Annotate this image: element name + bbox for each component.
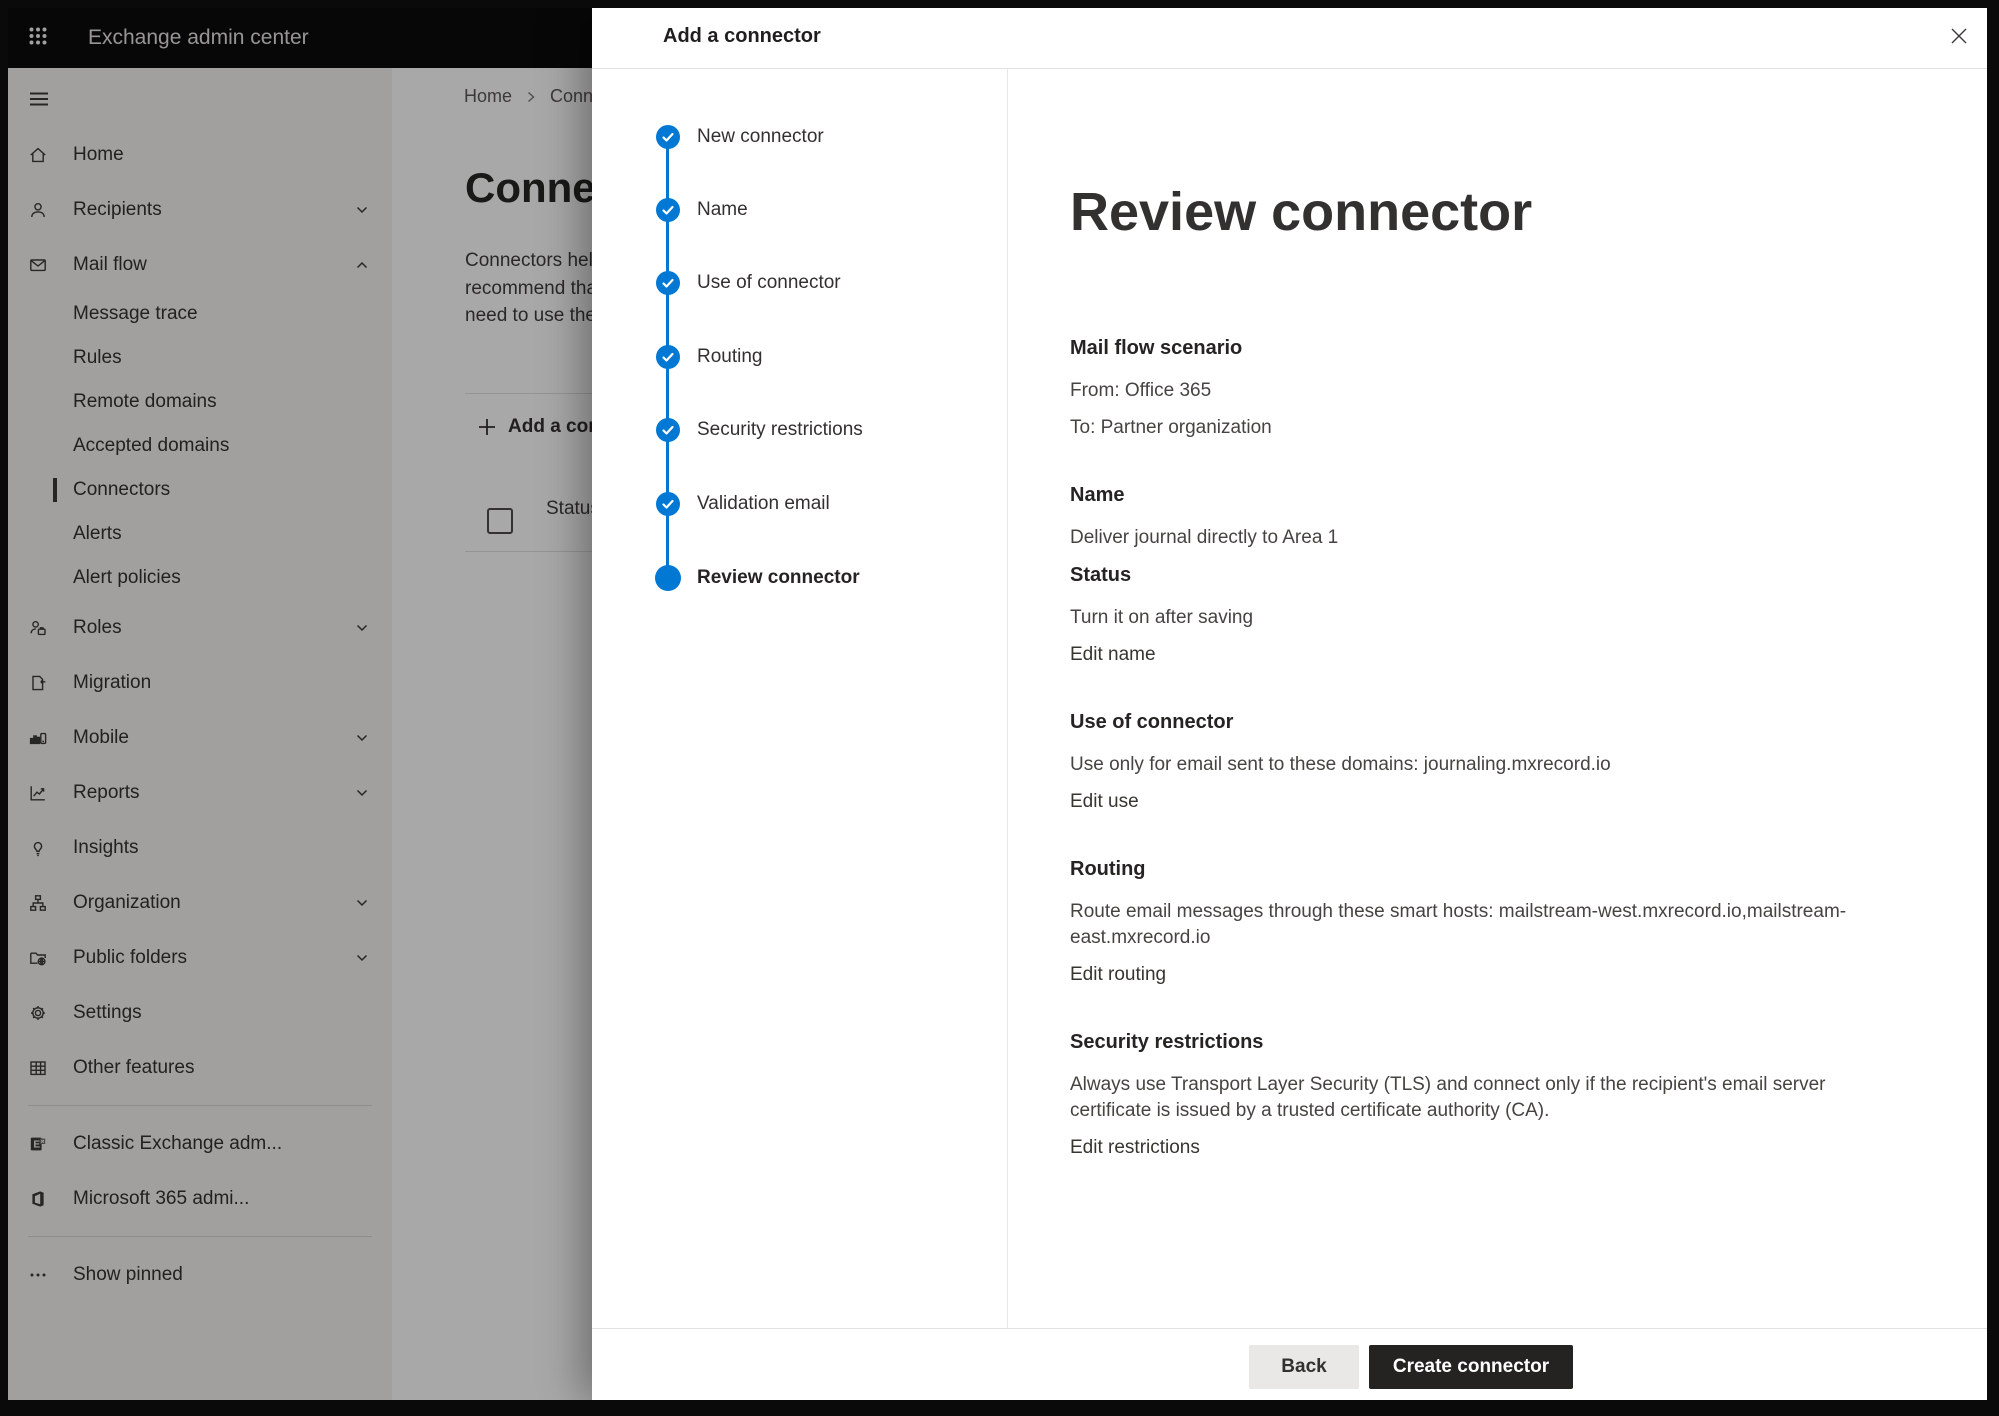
step-indicator-security-restrictions-check-icon[interactable] <box>656 418 680 442</box>
step-security-restrictions[interactable]: Security restrictions <box>697 417 863 443</box>
review-section-heading: Routing <box>1070 856 1870 882</box>
review-title: Review connector <box>1070 180 1870 244</box>
review-section-security-restrictions: Security restrictions Always use Transpor… <box>1070 1029 1870 1161</box>
app-window: Exchange admin center HomeRecipientsMail… <box>8 8 1987 1400</box>
review-section-mail-flow-scenario: Mail flow scenario From: Office 365 To: Pa… <box>1070 335 1870 441</box>
review-value: Route email messages through these smart… <box>1070 899 1860 951</box>
review-value: Turn it on after saving <box>1070 605 1860 631</box>
review-value: Always use Transport Layer Security (TLS… <box>1070 1072 1860 1124</box>
review-value: From: Office 365 <box>1070 378 1860 404</box>
step-validation-email[interactable]: Validation email <box>697 491 830 517</box>
review-section-routing: Routing Route email messages through thes… <box>1070 856 1870 988</box>
review-subheading-status: Status <box>1070 562 1870 588</box>
review-section-heading: Name <box>1070 482 1870 508</box>
step-indicator-new-connector-check-icon[interactable] <box>656 125 680 149</box>
step-indicator-routing-check-icon[interactable] <box>656 345 680 369</box>
review-section-heading: Use of connector <box>1070 709 1870 735</box>
add-connector-panel: Add a connector New connector Name Use of … <box>592 8 1987 1400</box>
panel-header: Add a connector <box>592 8 1987 69</box>
panel-title: Add a connector <box>663 25 821 48</box>
edit-name-button[interactable]: Edit name <box>1070 642 1156 668</box>
review-content: Review connector Mail flow scenario From:… <box>1070 68 1870 1161</box>
wizard-stepper: New connector Name Use of connector Routing… <box>592 68 1008 1328</box>
review-section-use-of-connector: Use of connector Use only for email sent … <box>1070 709 1870 815</box>
create-connector-button[interactable]: Create connector <box>1369 1345 1573 1389</box>
review-sections: Mail flow scenario From: Office 365 To: Pa… <box>1070 335 1870 1161</box>
edit-restrictions-button[interactable]: Edit restrictions <box>1070 1135 1200 1161</box>
review-value: Deliver journal directly to Area 1 <box>1070 525 1860 551</box>
review-section-name: Name Deliver journal directly to Area 1 St… <box>1070 482 1870 668</box>
review-section-heading: Security restrictions <box>1070 1029 1870 1055</box>
step-use-of-connector[interactable]: Use of connector <box>697 270 841 296</box>
step-indicator-name-check-icon[interactable] <box>656 198 680 222</box>
step-indicator-use-of-connector-check-icon[interactable] <box>656 271 680 295</box>
step-new-connector[interactable]: New connector <box>697 124 824 150</box>
edit-use-button[interactable]: Edit use <box>1070 789 1139 815</box>
step-indicator-validation-email-check-icon[interactable] <box>656 492 680 516</box>
step-routing[interactable]: Routing <box>697 344 763 370</box>
review-section-heading: Mail flow scenario <box>1070 335 1870 361</box>
step-name[interactable]: Name <box>697 197 748 223</box>
review-value: Use only for email sent to these domains… <box>1070 752 1860 778</box>
screenshot-frame: Exchange admin center HomeRecipientsMail… <box>0 0 1999 1416</box>
step-review-connector[interactable]: Review connector <box>697 565 860 591</box>
back-button[interactable]: Back <box>1249 1345 1359 1389</box>
step-indicator-review-connector[interactable] <box>655 565 681 591</box>
close-button[interactable] <box>1937 15 1981 59</box>
panel-footer: Back Create connector <box>592 1328 1987 1400</box>
review-value: To: Partner organization <box>1070 415 1860 441</box>
edit-routing-button[interactable]: Edit routing <box>1070 962 1166 988</box>
close-icon <box>1948 25 1970 50</box>
